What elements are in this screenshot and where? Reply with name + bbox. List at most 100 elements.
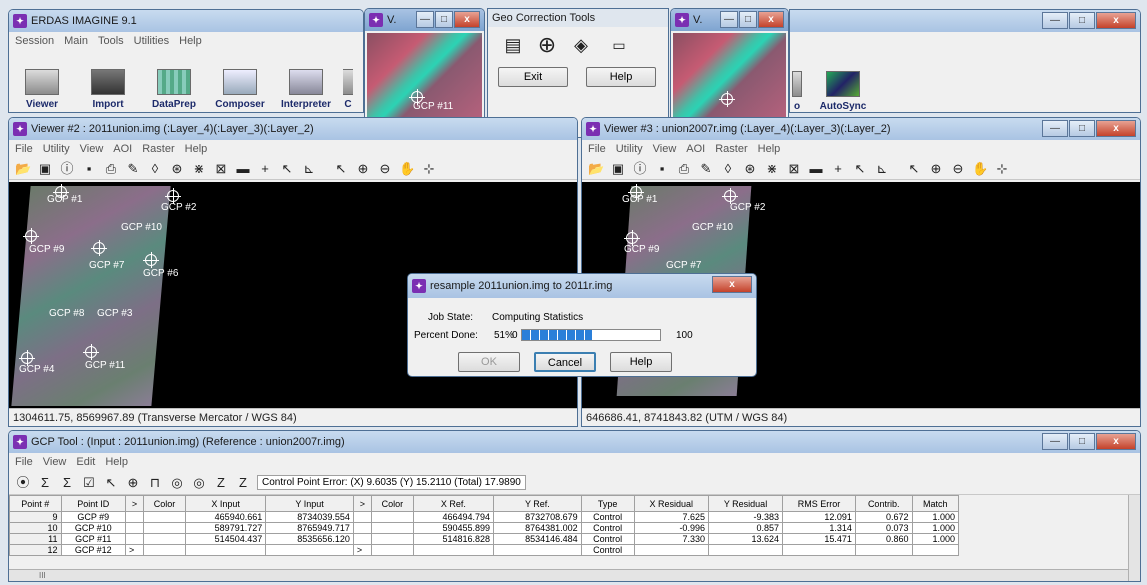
- column-header[interactable]: Match: [911, 495, 960, 512]
- table-cell[interactable]: 514504.437: [184, 533, 267, 545]
- maximize-icon[interactable]: □: [739, 11, 757, 28]
- table-cell[interactable]: 1.000: [911, 522, 960, 534]
- column-header[interactable]: >: [125, 495, 145, 512]
- column-header[interactable]: Color: [370, 495, 414, 512]
- table-cell[interactable]: [370, 522, 414, 534]
- viewer2-menu-view[interactable]: View: [80, 143, 104, 155]
- table-cell[interactable]: [370, 511, 414, 523]
- table-cell[interactable]: 8764381.002: [493, 522, 582, 534]
- table-cell[interactable]: 0.857: [707, 522, 784, 534]
- table-cell[interactable]: GCP #11: [60, 533, 127, 545]
- table-cell[interactable]: [184, 544, 267, 556]
- pan-icon[interactable]: ✋: [399, 161, 415, 177]
- binoculars-plus-icon[interactable]: ◎: [191, 475, 207, 491]
- pencil-icon[interactable]: ✎: [125, 161, 141, 177]
- table-cell[interactable]: 1.000: [911, 511, 960, 523]
- zoom2-titlebar[interactable]: ✦ V. — □ x: [671, 9, 788, 31]
- erdas-titlebar-right[interactable]: — □ x: [790, 10, 1140, 32]
- table-cell[interactable]: GCP #12: [60, 544, 127, 556]
- arrow-icon[interactable]: ↖: [279, 161, 295, 177]
- save-icon[interactable]: ▪: [654, 161, 670, 177]
- select-icon[interactable]: ↖: [333, 161, 349, 177]
- horizontal-scrollbar[interactable]: III: [9, 569, 1128, 581]
- table-row[interactable]: 12 GCP #12 > > Control: [9, 544, 960, 556]
- table-cell[interactable]: >: [125, 544, 145, 556]
- target-icon[interactable]: ⊛: [742, 161, 758, 177]
- table-cell[interactable]: [782, 544, 856, 556]
- menu-tools[interactable]: Tools: [98, 35, 124, 47]
- crosshair-icon[interactable]: ⊕: [536, 34, 558, 59]
- table-row[interactable]: 9 GCP #9 465940.661 8734039.554 466494.794 87…: [9, 511, 960, 523]
- frame-icon[interactable]: ⊠: [213, 161, 229, 177]
- viewer3-menu-help[interactable]: Help: [758, 143, 781, 155]
- table-cell[interactable]: [911, 544, 960, 556]
- gcptool-menu-view[interactable]: View: [43, 456, 67, 468]
- frame-icon[interactable]: ⊠: [786, 161, 802, 177]
- table-cell[interactable]: Control: [580, 544, 635, 556]
- print-icon[interactable]: ⎙: [103, 161, 119, 177]
- table-cell[interactable]: -0.996: [633, 522, 709, 534]
- table-cell[interactable]: [370, 544, 414, 556]
- table-cell[interactable]: [854, 544, 913, 556]
- crosshair-plus-icon[interactable]: +: [257, 161, 273, 177]
- table-cell[interactable]: [633, 544, 709, 556]
- print-icon[interactable]: ⎙: [676, 161, 692, 177]
- table-cell[interactable]: [125, 522, 145, 534]
- zoom1-titlebar[interactable]: ✦ V. — □ x: [365, 9, 484, 31]
- column-header[interactable]: Point ID: [60, 495, 127, 512]
- zoom2-image[interactable]: [673, 33, 786, 117]
- table-cell[interactable]: 11: [9, 533, 62, 545]
- table-cell[interactable]: Control: [580, 511, 635, 523]
- resample-titlebar[interactable]: ✦ resample 2011union.img to 2011r.img x: [408, 274, 756, 298]
- viewer3-menu-file[interactable]: File: [588, 143, 606, 155]
- table-cell[interactable]: -9.383: [707, 511, 784, 523]
- close-icon[interactable]: x: [712, 276, 752, 293]
- cancel-button[interactable]: Cancel: [534, 352, 596, 372]
- inquire-icon[interactable]: ⊹: [421, 161, 437, 177]
- viewer3-menu-view[interactable]: View: [653, 143, 677, 155]
- vertical-scrollbar[interactable]: [1128, 495, 1140, 581]
- table-cell[interactable]: 0.073: [854, 522, 913, 534]
- table-cell[interactable]: Control: [580, 533, 635, 545]
- composer-button[interactable]: Composer: [211, 52, 269, 110]
- table-cell[interactable]: 13.624: [707, 533, 784, 545]
- table-cell[interactable]: 8734039.554: [265, 511, 354, 523]
- table-cell[interactable]: 8534146.484: [493, 533, 582, 545]
- table-cell[interactable]: [412, 544, 495, 556]
- table-cell[interactable]: [143, 522, 186, 534]
- minimize-icon[interactable]: —: [416, 11, 434, 28]
- table-cell[interactable]: [265, 544, 354, 556]
- z-icon[interactable]: Z: [213, 475, 229, 491]
- table-cell[interactable]: 0.860: [854, 533, 913, 545]
- open-icon[interactable]: 📂: [15, 161, 31, 177]
- column-header[interactable]: RMS Error: [782, 495, 856, 512]
- chart-icon[interactable]: ⊾: [301, 161, 317, 177]
- sigma-z-icon[interactable]: Σ: [59, 475, 75, 491]
- delete-icon[interactable]: ⊓: [147, 475, 163, 491]
- cut-button-left[interactable]: C: [343, 52, 353, 110]
- crosshair-icon[interactable]: ⊕: [125, 475, 141, 491]
- pan-icon[interactable]: ✋: [972, 161, 988, 177]
- select-icon[interactable]: ↖: [906, 161, 922, 177]
- table-cell[interactable]: [352, 533, 372, 545]
- table-cell[interactable]: 9: [9, 511, 62, 523]
- eraser-icon[interactable]: ◊: [720, 161, 736, 177]
- ok-button[interactable]: OK: [458, 352, 520, 372]
- table-cell[interactable]: [125, 511, 145, 523]
- check-icon[interactable]: ☑: [81, 475, 97, 491]
- table-cell[interactable]: 1.314: [782, 522, 856, 534]
- maximize-icon[interactable]: □: [1069, 433, 1095, 450]
- close-icon[interactable]: x: [1096, 433, 1136, 450]
- viewer2-menu-help[interactable]: Help: [185, 143, 208, 155]
- fit-icon[interactable]: ⋇: [191, 161, 207, 177]
- table-cell[interactable]: 590455.899: [412, 522, 495, 534]
- table-cell[interactable]: [143, 511, 186, 523]
- close-icon[interactable]: x: [1096, 12, 1136, 29]
- binoculars-icon[interactable]: ◎: [169, 475, 185, 491]
- table-cell[interactable]: 8732708.679: [493, 511, 582, 523]
- table-cell[interactable]: [143, 544, 186, 556]
- viewer2-menu-utility[interactable]: Utility: [43, 143, 70, 155]
- geotools-titlebar[interactable]: Geo Correction Tools: [488, 9, 668, 27]
- table-cell[interactable]: [370, 533, 414, 545]
- table-cell[interactable]: [143, 533, 186, 545]
